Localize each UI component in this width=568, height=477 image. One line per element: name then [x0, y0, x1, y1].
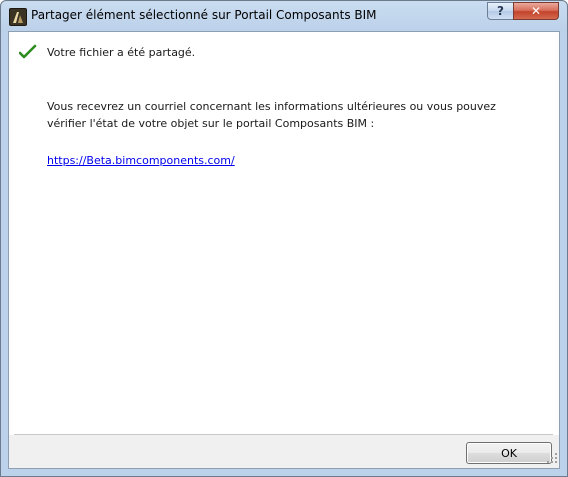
close-button[interactable]: ✕ — [513, 2, 559, 20]
info-message: Vous recevrez un courriel concernant les… — [47, 100, 496, 130]
check-icon — [18, 44, 37, 63]
content-area: Votre fichier a été partagé. Vous recevr… — [9, 32, 559, 468]
close-icon: ✕ — [530, 4, 542, 18]
resize-grip-icon[interactable] — [546, 452, 558, 467]
dialog-body: Votre fichier a été partagé. Vous recevr… — [8, 31, 560, 469]
success-message: Votre fichier a été partagé. — [47, 46, 196, 59]
help-icon: ? — [497, 4, 504, 18]
help-button[interactable]: ? — [487, 2, 514, 20]
title-bar[interactable]: Partager élément sélectionné sur Portail… — [1, 1, 567, 31]
dialog-window: Partager élément sélectionné sur Portail… — [0, 0, 568, 477]
app-icon — [9, 8, 27, 26]
dialog-footer: OK — [9, 435, 559, 468]
ok-button[interactable]: OK — [466, 442, 552, 464]
window-title: Partager élément sélectionné sur Portail… — [31, 8, 377, 22]
portal-link[interactable]: https://Beta.bimcomponents.com/ — [47, 154, 235, 167]
